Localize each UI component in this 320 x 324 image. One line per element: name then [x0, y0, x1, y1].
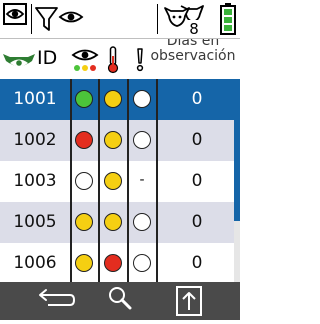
days-in-observation: 0 [191, 171, 203, 191]
column-divider [98, 79, 100, 282]
back-arrow-icon [39, 289, 76, 306]
days-in-observation: 0 [191, 253, 203, 273]
table-row[interactable]: 1006 0 [0, 243, 234, 284]
status-dot-yellow [104, 213, 122, 231]
thermometer-icon[interactable] [106, 46, 120, 78]
status-dot-yellow [75, 213, 93, 231]
table-row[interactable]: 1003 - 0 [0, 161, 234, 202]
back-button[interactable] [30, 282, 80, 320]
animal-id: 1001 [13, 89, 57, 109]
bottom-toolbar [0, 282, 240, 320]
column-divider [156, 79, 158, 282]
topbar-separator [157, 4, 158, 34]
days-in-observation: 0 [191, 212, 203, 232]
scrollbar[interactable] [234, 79, 240, 282]
column-divider [127, 79, 129, 282]
table-row[interactable]: 1005 0 [0, 202, 234, 243]
id-column-header[interactable]: ID [37, 47, 57, 69]
battery-icon [220, 3, 236, 39]
scrollbar-thumb[interactable] [234, 79, 240, 222]
health-eye-icon[interactable] [70, 47, 100, 77]
column-divider [70, 79, 72, 282]
status-dot-yellow [104, 172, 122, 190]
eye-box-icon[interactable] [3, 3, 27, 29]
days-in-observation: 0 [191, 130, 203, 150]
export-button[interactable] [173, 282, 205, 320]
topbar-separator [31, 4, 32, 34]
cow-eye-icon [2, 52, 36, 76]
status-dash: - [139, 172, 145, 188]
status-dot-empty [133, 254, 151, 272]
search-icon [109, 287, 132, 310]
cow-heads-icon[interactable]: 8 [163, 2, 207, 40]
status-dot-yellow [75, 254, 93, 272]
top-bar: 8 [0, 0, 240, 38]
cow-count: 8 [189, 20, 199, 36]
status-dot-yellow [104, 90, 122, 108]
animal-id: 1002 [13, 130, 57, 150]
status-dot-empty [133, 213, 151, 231]
table-row[interactable]: 1001 0 [0, 79, 234, 120]
days-column-header[interactable]: Días en observación [150, 39, 236, 79]
search-button[interactable] [104, 282, 136, 320]
animal-id: 1003 [13, 171, 57, 191]
export-up-icon [176, 286, 202, 316]
animal-id: 1005 [13, 212, 57, 232]
alert-icon[interactable] [135, 47, 145, 77]
status-dot-green [75, 90, 93, 108]
animal-id: 1006 [13, 253, 57, 273]
days-in-observation: 0 [191, 89, 203, 109]
status-dot-yellow [104, 131, 122, 149]
status-dot-empty [75, 172, 93, 190]
filter-eye-icon[interactable] [35, 6, 85, 36]
table-row[interactable]: 1002 0 [0, 120, 234, 161]
status-dot-red [104, 254, 122, 272]
status-dot-empty [133, 131, 151, 149]
status-dot-red [75, 131, 93, 149]
table-header: ID Días en observación [0, 39, 240, 79]
status-dot-empty [133, 90, 151, 108]
